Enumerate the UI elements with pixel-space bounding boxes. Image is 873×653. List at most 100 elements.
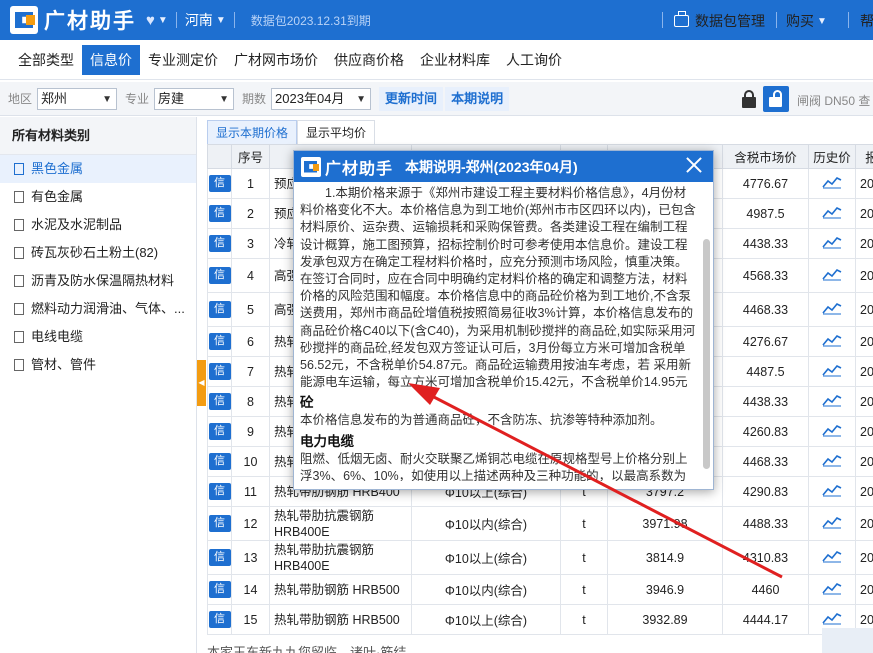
document-icon (14, 247, 24, 259)
trend-chart-icon[interactable] (822, 425, 842, 440)
search-hint[interactable]: 闸阀 DN50 查 (797, 92, 870, 109)
sidebar-title: 所有材料类别 (0, 117, 196, 155)
history-cell[interactable] (808, 168, 856, 199)
history-cell[interactable] (808, 258, 856, 293)
sidebar-item-cement[interactable]: 水泥及水泥制品 (0, 211, 196, 239)
tag-cell: 信 (207, 356, 232, 387)
info-tag: 信 (208, 453, 231, 470)
period-select[interactable]: 2023年04月 ▼ (271, 87, 372, 110)
tab-labor-inquiry[interactable]: 人工询价 (498, 45, 570, 75)
major-select[interactable]: 房建 ▼ (154, 87, 235, 110)
history-cell[interactable] (808, 540, 856, 575)
favorite-dropdown-icon[interactable]: ▼ (158, 15, 168, 26)
trend-chart-icon[interactable] (822, 207, 842, 222)
category-sidebar: 所有材料类别 黑色金属 有色金属 水泥及水泥制品 砖瓦灰砂石土粉土(82) 沥青… (0, 117, 197, 653)
region-select[interactable]: 郑州 ▼ (37, 87, 118, 110)
report-cell: 202 (855, 506, 873, 541)
info-tag: 信 (208, 423, 231, 440)
period-note-button[interactable]: 本期说明 (445, 86, 510, 111)
table-row[interactable]: 信 15 热轧带肋钢筋 HRB500 Φ10以上(综合) t 3932.89 4444.17… (207, 604, 873, 635)
update-time-button[interactable]: 更新时间 (379, 86, 444, 111)
unlock-icon[interactable] (763, 86, 789, 112)
tab-professional-price[interactable]: 专业测定价 (140, 45, 226, 75)
sidebar-item-nonferrous-metal[interactable]: 有色金属 (0, 183, 196, 211)
info-tag: 信 (208, 235, 231, 252)
history-cell[interactable] (808, 506, 856, 541)
dialog-content: 1.本期价格来源于《郑州市建设工程主要材料价格信息》，4月份材料价格变化不大。本… (300, 185, 698, 481)
document-icon (14, 359, 24, 371)
unit-cell: t (560, 604, 608, 635)
info-tag: 信 (208, 333, 231, 350)
history-cell[interactable] (808, 446, 856, 477)
region-dropdown-icon[interactable]: ▼ (216, 15, 226, 26)
history-cell[interactable] (808, 574, 856, 605)
trend-chart-icon[interactable] (822, 517, 842, 532)
trend-chart-icon[interactable] (822, 583, 842, 598)
tab-all-types[interactable]: 全部类型 (10, 45, 82, 75)
tab-info-price[interactable]: 信息价 (82, 44, 140, 75)
trend-chart-icon[interactable] (822, 177, 842, 192)
trend-chart-icon[interactable] (822, 237, 842, 252)
region-selector[interactable]: 河南 (185, 10, 213, 30)
tag-cell: 信 (207, 258, 232, 293)
divider (662, 12, 663, 28)
sidebar-item-pipes[interactable]: 管材、管件 (0, 351, 196, 379)
trend-chart-icon[interactable] (822, 335, 842, 350)
note-paragraph: 1.本期价格来源于《郑州市建设工程主要材料价格信息》，4月份材料价格变化不大。本… (300, 186, 696, 390)
favorite-heart-icon[interactable]: ♥ (146, 12, 155, 29)
trend-chart-icon[interactable] (822, 365, 842, 380)
table-row[interactable]: 信 12 热轧带肋抗震钢筋 HRB400E Φ10以内(综合) t 3971.98 4488… (207, 506, 873, 541)
trend-chart-icon[interactable] (822, 485, 842, 500)
history-cell[interactable] (808, 198, 856, 229)
tab-average-price[interactable]: 显示平均价 (297, 120, 376, 144)
help-button[interactable]: 帮 (860, 11, 873, 31)
section-heading-cable: 电力电缆 (300, 433, 354, 449)
trend-chart-icon[interactable] (822, 455, 842, 470)
buy-button[interactable]: 购买 ▼ (786, 11, 827, 31)
history-cell[interactable] (808, 228, 856, 259)
dialog-scrollbar[interactable] (703, 239, 710, 469)
tab-enterprise-library[interactable]: 企业材料库 (412, 45, 498, 75)
trend-chart-icon[interactable] (822, 395, 842, 410)
tag-cell: 信 (207, 604, 232, 635)
briefcase-icon (674, 11, 689, 27)
document-icon (14, 331, 24, 343)
tag-cell: 信 (207, 228, 232, 259)
trend-chart-icon[interactable] (822, 269, 842, 284)
tag-cell: 信 (207, 506, 232, 541)
tag-cell: 信 (207, 574, 232, 605)
unit-cell: t (560, 540, 608, 575)
sidebar-item-asphalt[interactable]: 沥青及防水保温隔热材料 (0, 267, 196, 295)
history-cell[interactable] (808, 416, 856, 447)
history-cell[interactable] (808, 292, 856, 327)
trend-chart-icon[interactable] (822, 303, 842, 318)
package-manage-button[interactable]: 数据包管理 (674, 11, 765, 31)
market-price-cell: 4776.67 (722, 168, 809, 199)
document-icon (14, 219, 24, 231)
tab-supplier-price[interactable]: 供应商价格 (326, 45, 412, 75)
period-label: 期数 (242, 92, 267, 106)
tab-market-price[interactable]: 广材网市场价 (226, 45, 326, 75)
table-row[interactable]: 信 13 热轧带肋抗震钢筋 HRB400E Φ10以上(综合) t 3814.9 4310.… (207, 540, 873, 575)
history-cell[interactable] (808, 326, 856, 357)
close-icon[interactable] (683, 154, 705, 176)
bottom-text: 本家王东新九九您留临，诸叶·筋结 (207, 645, 407, 653)
price-type-tabs: 全部类型 信息价 专业测定价 广材网市场价 供应商价格 企业材料库 人工询价 (0, 40, 873, 80)
trend-chart-icon[interactable] (822, 613, 842, 628)
sidebar-item-brick-sand[interactable]: 砖瓦灰砂石土粉土(82) (0, 239, 196, 267)
table-row[interactable]: 信14热轧带肋钢筋 HRB500Φ10以内(综合)t3946.94460 202 (207, 574, 873, 605)
chevron-down-icon: ▼ (356, 93, 367, 105)
logo-icon (301, 156, 321, 177)
floating-button[interactable] (822, 628, 873, 653)
tab-current-price[interactable]: 显示本期价格 (207, 120, 298, 144)
history-cell[interactable] (808, 386, 856, 417)
history-cell[interactable] (808, 476, 856, 507)
history-cell[interactable] (808, 356, 856, 387)
sidebar-item-fuel[interactable]: 燃料动力润滑油、气体、... (0, 295, 196, 323)
collapse-sidebar-button[interactable]: ◀ (197, 360, 206, 406)
sidebar-item-cables[interactable]: 电线电缆 (0, 323, 196, 351)
lock-icon[interactable] (742, 90, 756, 108)
sidebar-item-ferrous-metal[interactable]: 黑色金属 (0, 155, 196, 183)
spec-cell: Φ10以内(综合) (411, 506, 561, 541)
trend-chart-icon[interactable] (822, 551, 842, 566)
